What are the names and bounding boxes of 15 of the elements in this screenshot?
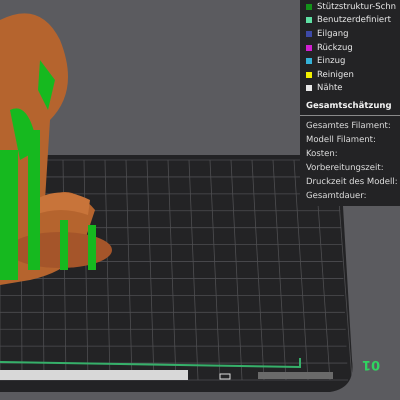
legend-label: Eilgang xyxy=(317,28,348,39)
summary-label: Druckzeit des Modell: xyxy=(306,176,399,190)
summary-label: Kosten: xyxy=(306,148,339,162)
legend-label: Reinigen xyxy=(317,70,354,80)
summary-label: Modell Filament: xyxy=(306,134,377,148)
summary-label: Gesamtdauer: xyxy=(306,190,368,204)
legend-label: Nähte xyxy=(317,83,343,94)
legend-label: Rückzug xyxy=(317,42,353,53)
summary-label: Vorbereitungszeit: xyxy=(306,162,385,176)
legend-label: Stützstruktur-Schn xyxy=(317,2,396,12)
summary-label: Gesamtes Filament: xyxy=(306,120,392,134)
summary-title: Gesamtschätzung xyxy=(306,101,393,112)
bed-number: 01 xyxy=(362,357,380,372)
legend-label: Benutzerdefiniert xyxy=(317,15,391,26)
legend-label: Einzug xyxy=(317,56,346,66)
